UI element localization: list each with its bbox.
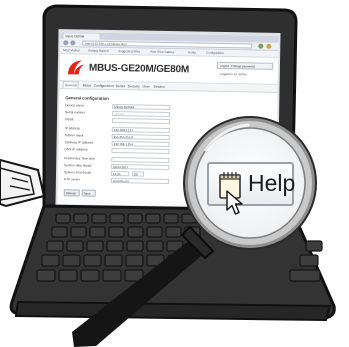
help-label[interactable]: Help: [248, 170, 295, 197]
help-button[interactable]: Help: [207, 162, 295, 206]
illustration: MBus-GE80M http://192.168.1.127/index.ht…: [0, 0, 349, 347]
pointer-cursor-icon: [226, 190, 243, 215]
magnifying-glass-icon: [72, 116, 317, 347]
magnifier-handle: [72, 236, 208, 347]
